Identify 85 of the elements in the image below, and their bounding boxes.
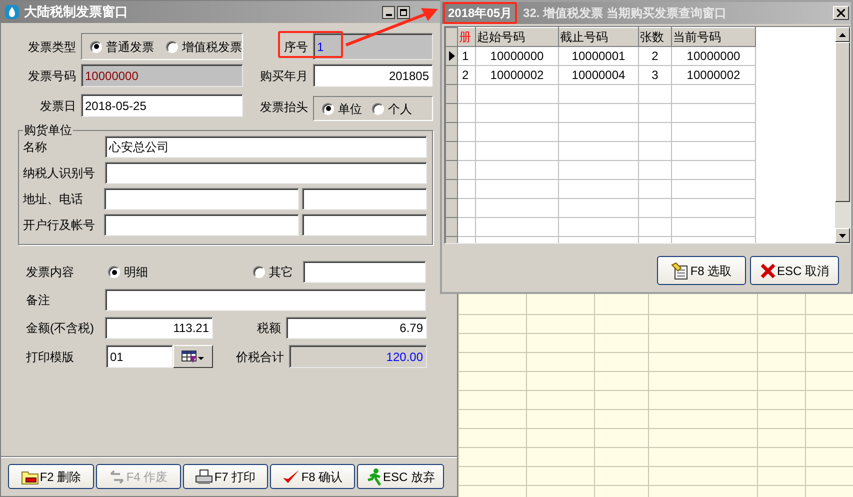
field-label: 名称 xyxy=(23,139,48,156)
scroll-up-button[interactable] xyxy=(835,27,850,42)
input-field[interactable]: 6.79 xyxy=(286,317,427,339)
field-label: 税额 xyxy=(256,320,282,337)
input-field[interactable] xyxy=(104,214,299,236)
table-cell: 2 xyxy=(458,66,476,84)
field-label: 金额(不含税) xyxy=(26,320,95,337)
radio-button[interactable]: 普通发票 xyxy=(90,38,154,56)
row-header[interactable] xyxy=(446,46,458,66)
document-pencil-icon xyxy=(671,262,690,280)
input-field[interactable]: 113.21 xyxy=(105,317,213,339)
table-cell: 10000001 xyxy=(558,46,638,66)
input-field[interactable] xyxy=(105,162,427,184)
column-header[interactable]: 张数 xyxy=(638,28,672,46)
input-field[interactable]: 201805 xyxy=(313,64,433,87)
table-cell: 10000000 xyxy=(476,46,558,66)
field-label: 地址、电话 xyxy=(23,191,84,208)
column-header[interactable]: 起始号码 xyxy=(476,28,558,46)
input-field[interactable]: 心安总公司 xyxy=(105,136,427,158)
field-label: 发票抬头 xyxy=(259,99,309,116)
highlight-frame xyxy=(278,31,343,58)
table-cell: 10000002 xyxy=(672,66,756,84)
field-label: 发票类型 xyxy=(27,38,77,56)
scroll-thumb[interactable] xyxy=(835,42,850,202)
table-cell: 3 xyxy=(638,66,672,84)
field-label: 价税合计 xyxy=(235,348,285,366)
close-icon xyxy=(837,9,845,17)
scroll-down-button[interactable] xyxy=(835,228,850,243)
radio-button[interactable]: 单位 xyxy=(322,100,362,118)
app-icon xyxy=(4,4,20,20)
input-field[interactable]: 1 xyxy=(313,33,433,60)
maximize-button[interactable] xyxy=(397,6,410,18)
column-header[interactable]: 当前号码 xyxy=(672,28,756,46)
field-label: 发票号码 xyxy=(27,68,77,84)
input-field[interactable]: 01 xyxy=(106,345,173,368)
table-cell: 2 xyxy=(638,46,672,66)
field-label: 购买年月 xyxy=(259,68,309,84)
window-title: 大陆税制发票窗口 xyxy=(24,3,128,22)
folder-icon xyxy=(20,468,39,484)
table-cell: 10000004 xyxy=(558,66,638,84)
input-field[interactable]: 2018-05-25 xyxy=(81,94,243,117)
swap-arrows-icon xyxy=(109,470,126,484)
check-icon xyxy=(282,468,300,484)
input-field[interactable] xyxy=(302,188,427,210)
toolbar-button[interactable]: F7 打印 xyxy=(183,464,268,489)
group-title: 购货单位 xyxy=(23,124,73,136)
running-figure-icon xyxy=(366,468,382,486)
table-cell: 10000000 xyxy=(672,46,756,66)
toolbar-button[interactable]: F8 确认 xyxy=(270,464,355,489)
scrollbar[interactable] xyxy=(835,27,850,243)
field-label: 打印模版 xyxy=(26,348,75,366)
input-field[interactable] xyxy=(105,289,426,311)
dropdown-button[interactable] xyxy=(173,345,213,368)
radio-button[interactable]: 个人 xyxy=(372,100,412,118)
table-dropdown-icon xyxy=(181,350,205,364)
radio-button[interactable]: 增值税发票 xyxy=(166,38,242,56)
up-arrow-icon xyxy=(839,32,846,36)
field-label: 备注 xyxy=(26,292,51,309)
close-button[interactable] xyxy=(833,6,849,20)
table-cell: 1 xyxy=(458,46,476,66)
toolbar-button[interactable]: ESC 放弃 xyxy=(357,464,444,489)
input-field[interactable] xyxy=(104,188,299,210)
field-label: 纳税人识别号 xyxy=(23,165,96,182)
dialog-button[interactable]: F8 选取 xyxy=(657,256,746,285)
input-field[interactable]: 10000000 xyxy=(81,64,243,87)
input-field[interactable]: 120.00 xyxy=(289,345,427,368)
table-cell: 10000002 xyxy=(476,66,558,84)
column-header[interactable]: 截止号码 xyxy=(558,28,638,46)
input-field[interactable] xyxy=(303,261,426,283)
toolbar-button[interactable]: F2 删除 xyxy=(8,464,94,489)
field-label: 发票内容 xyxy=(26,264,75,281)
down-arrow-icon xyxy=(839,234,846,238)
cross-icon xyxy=(760,262,776,278)
radio-button[interactable]: 其它 xyxy=(253,263,303,281)
field-label: 开户行及帐号 xyxy=(23,217,96,234)
printer-icon xyxy=(195,468,214,484)
minimize-button[interactable] xyxy=(382,6,395,18)
title-period: 2018年05月 xyxy=(443,2,518,24)
radio-button[interactable]: 明细 xyxy=(108,263,253,281)
dialog-button[interactable]: ESC 取消 xyxy=(750,256,839,285)
row-pointer-icon xyxy=(448,51,456,61)
field-label: 序号 xyxy=(283,38,309,56)
input-field[interactable] xyxy=(302,214,427,236)
window-title: 32. 增值税发票 当期购买发票查询窗口 xyxy=(523,5,726,22)
field-label: 发票日 xyxy=(39,98,77,114)
